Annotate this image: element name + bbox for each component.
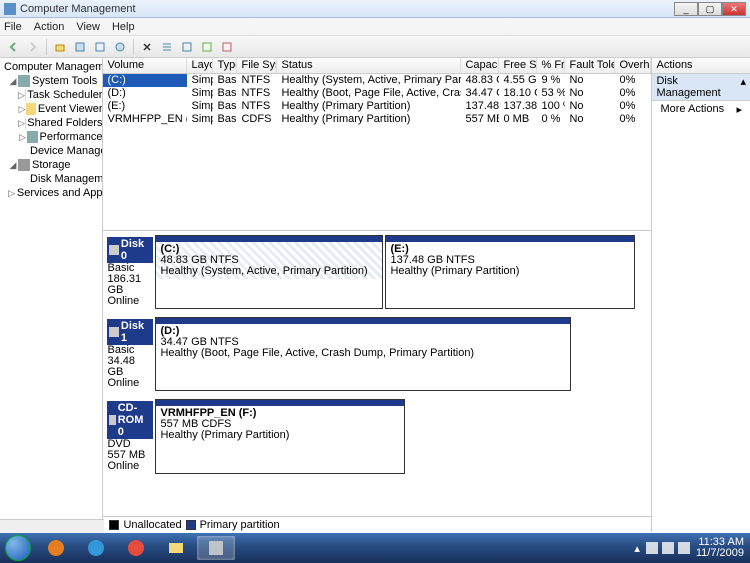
minimize-button[interactable]: _ [674,2,698,16]
storage-icon [18,159,30,171]
navigation-tree[interactable]: Computer Management (Local ◢System Tools… [0,58,103,532]
window-title: Computer Management [20,3,674,15]
taskbar-firefox[interactable] [37,536,75,560]
tray-flag-icon[interactable] [646,542,658,554]
tree-shared-folders[interactable]: ▷Shared Folders [0,116,102,130]
disk-row[interactable]: Disk 0 Basic186.31 GBOnline (C:)48.83 GB… [105,235,649,309]
settings-button[interactable] [198,38,216,56]
chevron-up-icon: ▴ [740,75,746,99]
tree-system-tools[interactable]: ◢System Tools [0,74,102,88]
actions-header: Actions [652,58,750,74]
menu-help[interactable]: Help [112,21,135,33]
actions-more[interactable]: More Actions▸ [652,101,750,118]
taskbar-media[interactable] [117,536,155,560]
refresh-button[interactable] [91,38,109,56]
partition[interactable]: VRMHFPP_EN (F:)557 MB CDFSHealthy (Prima… [155,399,405,474]
col-layout[interactable]: Layout [187,58,213,73]
tree-event-viewer[interactable]: ▷Event Viewer [0,102,102,116]
disk-diagram[interactable]: Disk 0 Basic186.31 GBOnline (C:)48.83 GB… [103,230,651,516]
legend: Unallocated Primary partition [103,516,651,532]
tray-volume-icon[interactable] [678,542,690,554]
legend-primary: Primary partition [200,519,280,531]
disk-label[interactable]: Disk 1 Basic34.48 GBOnline [105,317,155,391]
tree-root[interactable]: Computer Management (Local [0,60,102,74]
event-icon [26,103,36,115]
tree-disk-management[interactable]: Disk Management [0,172,102,186]
detail-button[interactable] [178,38,196,56]
tools-icon [18,75,30,87]
content-pane: Volume Layout Type File System Status Ca… [103,58,652,532]
partition[interactable]: (E:)137.48 GB NTFSHealthy (Primary Parti… [385,235,635,309]
toolbar [0,36,750,58]
disk-icon [109,245,118,255]
tree-scrollbar[interactable] [0,519,103,532]
maximize-button[interactable]: ▢ [698,2,722,16]
tree-device-manager[interactable]: Device Manager [0,144,102,158]
col-pct[interactable]: % Free [537,58,565,73]
properties-button[interactable] [71,38,89,56]
cdrom-icon [109,415,115,425]
disk-row[interactable]: Disk 1 Basic34.48 GBOnline (D:)34.47 GB … [105,317,649,391]
disk-icon [109,327,118,337]
chevron-right-icon: ▸ [736,103,742,116]
tray-network-icon[interactable] [662,542,674,554]
partition[interactable]: (D:)34.47 GB NTFSHealthy (Boot, Page Fil… [155,317,571,391]
list-button[interactable] [158,38,176,56]
actions-disk-management[interactable]: Disk Management▴ [652,74,750,101]
menu-action[interactable]: Action [34,21,65,33]
title-bar: Computer Management _ ▢ ✕ [0,0,750,18]
col-capacity[interactable]: Capacity [461,58,499,73]
forward-button[interactable] [24,38,42,56]
disk-label[interactable]: Disk 0 Basic186.31 GBOnline [105,235,155,309]
menu-bar: File Action View Help [0,18,750,36]
start-button[interactable] [0,533,36,563]
col-free[interactable]: Free Space [499,58,537,73]
clock[interactable]: 11:33 AM11/7/2009 [696,537,744,559]
col-type[interactable]: Type [213,58,237,73]
menu-view[interactable]: View [76,21,100,33]
volume-row[interactable]: VRMHFPP_EN (F:)SimpleBasicCDFSHealthy (P… [103,113,651,126]
back-button[interactable] [4,38,22,56]
help-button[interactable] [111,38,129,56]
col-fault[interactable]: Fault Tolerance [565,58,615,73]
system-tray[interactable]: ▴ 11:33 AM11/7/2009 [634,537,750,559]
windows-orb-icon [5,535,31,561]
tree-services[interactable]: ▷Services and Applications [0,186,102,200]
tree-task-scheduler[interactable]: ▷Task Scheduler [0,88,102,102]
disk-label[interactable]: CD-ROM 0 DVD557 MBOnline [105,399,155,474]
up-button[interactable] [51,38,69,56]
partition[interactable]: (C:)48.83 GB NTFSHealthy (System, Active… [155,235,383,309]
actions-pane: Actions Disk Management▴ More Actions▸ [652,58,750,532]
taskbar-explorer[interactable] [157,536,195,560]
volume-row[interactable]: (C:)SimpleBasicNTFSHealthy (System, Acti… [103,74,651,87]
taskbar-ie[interactable] [77,536,115,560]
volume-row[interactable]: (E:)SimpleBasicNTFSHealthy (Primary Part… [103,100,651,113]
legend-unallocated: Unallocated [123,519,181,531]
tree-storage[interactable]: ◢Storage [0,158,102,172]
more-button[interactable] [218,38,236,56]
close-button[interactable]: ✕ [722,2,746,16]
tree-performance[interactable]: ▷Performance [0,130,102,144]
app-icon [4,3,16,15]
col-volume[interactable]: Volume [103,58,187,73]
legend-primary-icon [186,520,196,530]
col-overhead[interactable]: Overhead [615,58,651,73]
tray-show-hidden-icon[interactable]: ▴ [634,542,640,555]
perf-icon [27,131,38,143]
col-filesystem[interactable]: File System [237,58,277,73]
taskbar-compmgmt[interactable] [197,536,235,560]
volume-grid-body[interactable]: (C:)SimpleBasicNTFSHealthy (System, Acti… [103,74,651,126]
menu-file[interactable]: File [4,21,22,33]
disk-row[interactable]: CD-ROM 0 DVD557 MBOnline VRMHFPP_EN (F:)… [105,399,649,474]
col-status[interactable]: Status [277,58,461,73]
taskbar[interactable]: ▴ 11:33 AM11/7/2009 [0,533,750,563]
legend-unallocated-icon [109,520,119,530]
delete-button[interactable] [138,38,156,56]
volume-grid-header[interactable]: Volume Layout Type File System Status Ca… [103,58,651,74]
volume-row[interactable]: (D:)SimpleBasicNTFSHealthy (Boot, Page F… [103,87,651,100]
